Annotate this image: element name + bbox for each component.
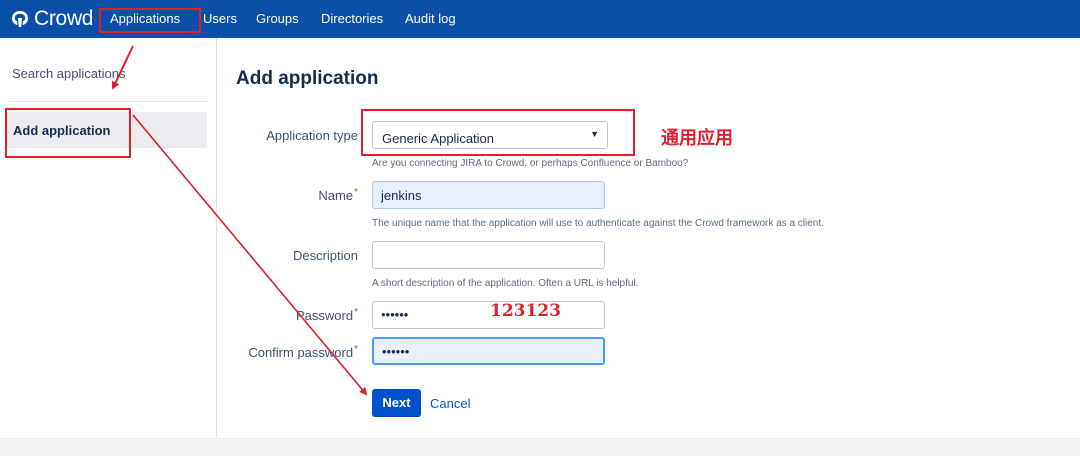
description-help: A short description of the application. … xyxy=(372,278,639,289)
sidebar-item-label: Add application xyxy=(13,123,111,138)
name-help: The unique name that the application wil… xyxy=(372,218,824,229)
application-type-select[interactable]: Generic Application ▼ xyxy=(372,121,608,149)
sidebar-item-add-application[interactable]: Add application xyxy=(6,112,207,148)
sidebar-divider xyxy=(8,101,208,102)
top-navigation-bar: Crowd Applications Users Groups Director… xyxy=(0,0,1080,38)
confirm-password-label: Confirm password* xyxy=(238,344,358,360)
nav-applications[interactable]: Applications xyxy=(110,11,180,26)
nav-groups[interactable]: Groups xyxy=(256,11,299,26)
annotation-generic-app-note: 通用应用 xyxy=(661,128,733,149)
page-footer xyxy=(0,438,1080,456)
application-type-help: Are you connecting JIRA to Crowd, or per… xyxy=(372,158,689,169)
confirm-password-masked-value: •••••• xyxy=(382,344,410,359)
cancel-link[interactable]: Cancel xyxy=(430,396,470,411)
crowd-logo[interactable]: Crowd xyxy=(10,6,93,32)
application-type-value: Generic Application xyxy=(382,131,495,146)
password-masked-value: •••••• xyxy=(381,307,409,322)
name-label: Name* xyxy=(238,187,358,203)
sidebar: Search applications Add application xyxy=(0,38,217,438)
nav-directories[interactable]: Directories xyxy=(321,11,383,26)
nav-audit-log[interactable]: Audit log xyxy=(405,11,456,26)
page-title: Add application xyxy=(236,68,379,89)
sidebar-item-search-applications[interactable]: Search applications xyxy=(12,66,125,81)
required-marker: * xyxy=(354,344,358,355)
password-label-text: Password xyxy=(296,308,354,323)
brand-name: Crowd xyxy=(34,7,94,30)
required-marker: * xyxy=(354,307,358,318)
confirm-password-label-text: Confirm password xyxy=(248,345,354,360)
next-button[interactable]: Next xyxy=(372,389,421,417)
password-label: Password* xyxy=(238,307,358,323)
name-input[interactable] xyxy=(372,181,605,209)
dropdown-arrow-icon: ▼ xyxy=(590,129,599,139)
description-label: Description xyxy=(292,248,358,263)
description-input[interactable] xyxy=(372,241,605,269)
name-label-text: Name xyxy=(318,188,354,203)
crowd-logo-icon xyxy=(12,11,28,27)
nav-users[interactable]: Users xyxy=(203,11,237,26)
confirm-password-input[interactable]: •••••• xyxy=(372,337,605,365)
application-type-label: Application type xyxy=(266,128,358,143)
required-marker: * xyxy=(354,187,358,198)
password-input[interactable]: •••••• xyxy=(372,301,605,329)
